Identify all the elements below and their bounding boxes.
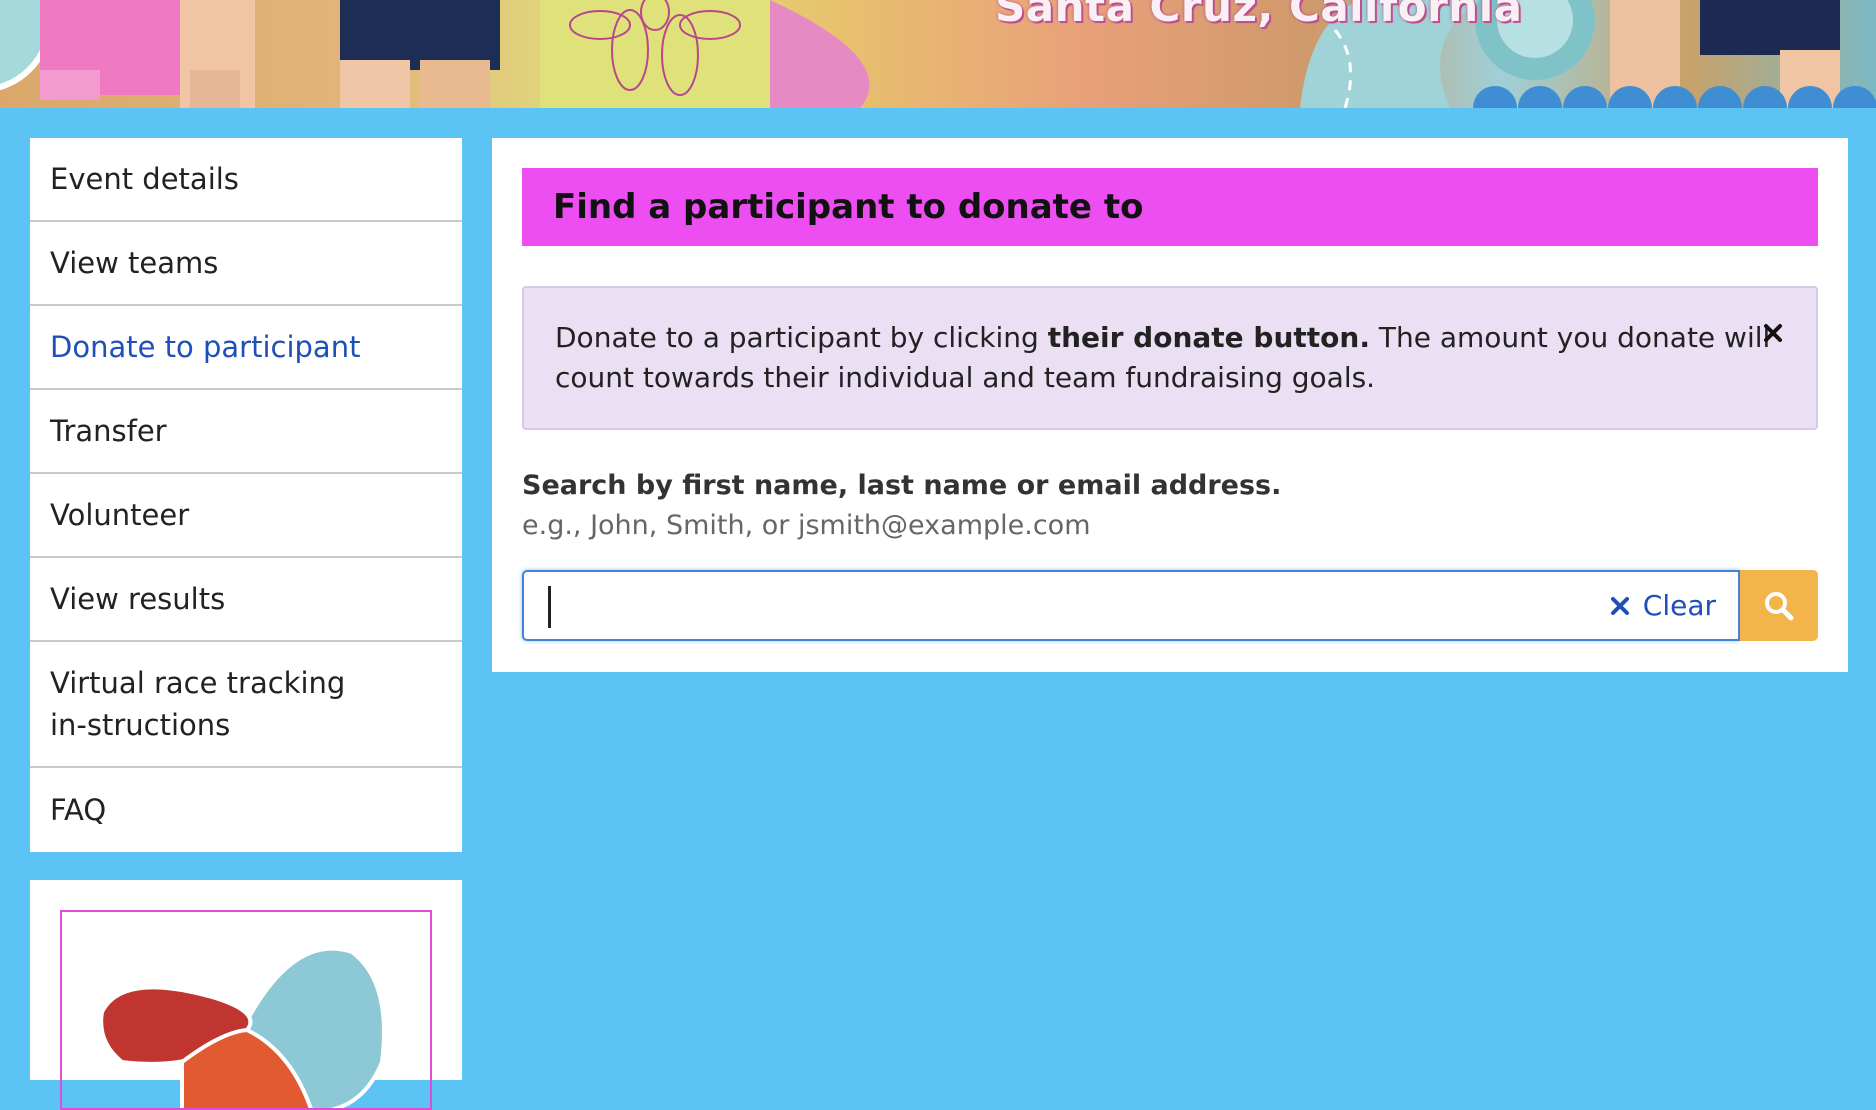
close-icon <box>1610 596 1629 615</box>
search-button[interactable] <box>1740 570 1818 641</box>
sidebar-item-label: Event details <box>50 162 239 196</box>
search-field: Clear <box>522 570 1740 641</box>
organization-logo <box>99 946 386 1108</box>
search-input[interactable] <box>542 580 1542 632</box>
page-title: Find a participant to donate to <box>522 168 1818 246</box>
sidebar-item-label: Transfer <box>50 414 167 448</box>
info-text-bold: their donate button. <box>1047 321 1370 354</box>
sidebar-item-transfer[interactable]: Transfer <box>30 390 462 474</box>
clear-button[interactable]: Clear <box>1609 572 1716 639</box>
sidebar-nav: Event details View teams Donate to parti… <box>30 138 462 852</box>
sidebar-item-label: View results <box>50 582 226 616</box>
sidebar-item-view-teams[interactable]: View teams <box>30 222 462 306</box>
close-icon[interactable] <box>1758 318 1788 348</box>
hero-banner: Santa Cruz, California <box>0 0 1876 108</box>
sidebar-item-label: Volunteer <box>50 498 190 532</box>
logo-frame <box>60 910 432 1110</box>
hero-illustration <box>0 0 1876 108</box>
sidebar-item-view-results[interactable]: View results <box>30 558 462 642</box>
search-icon <box>1765 591 1794 620</box>
sidebar-item-label: View teams <box>50 246 219 280</box>
search-label: Search by first name, last name or email… <box>522 470 1282 501</box>
sidebar-item-faq[interactable]: FAQ <box>30 768 462 852</box>
sidebar-item-donate-to-participant[interactable]: Donate to participant <box>30 306 462 390</box>
main-content-card: Find a participant to donate to Donate t… <box>492 138 1848 672</box>
sidebar-item-virtual-race-tracking[interactable]: Virtual race tracking in-structions <box>30 642 462 768</box>
sidebar-item-label: FAQ <box>50 793 107 827</box>
text-caret <box>548 586 551 628</box>
hero-location-title: Santa Cruz, California <box>995 0 1523 31</box>
search-hint: e.g., John, Smith, or jsmith@example.com <box>522 510 1091 541</box>
sidebar-item-event-details[interactable]: Event details <box>30 138 462 222</box>
sidebar-item-label: Donate to participant <box>50 330 361 364</box>
sidebar-item-volunteer[interactable]: Volunteer <box>30 474 462 558</box>
info-text-before: Donate to a participant by clicking <box>555 321 1048 354</box>
sidebar-logo-panel <box>30 880 462 1110</box>
sidebar-item-label: Virtual race tracking in-structions <box>50 666 346 742</box>
clear-button-label: Clear <box>1642 589 1716 622</box>
info-alert: Donate to a participant by clicking thei… <box>522 286 1818 430</box>
